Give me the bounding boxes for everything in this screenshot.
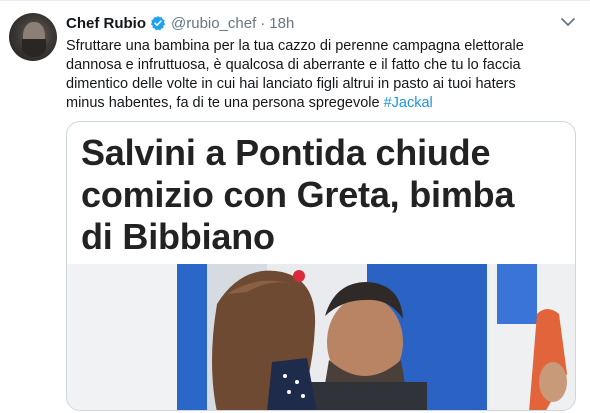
headline-line: Salvini a Pontida chiude	[81, 132, 491, 173]
tweet-text-line: Sfruttare una bambina per la tua cazzo d…	[66, 38, 524, 54]
tweet-text-line: dannosa e infruttuosa, è qualcosa di abe…	[66, 57, 521, 73]
photo-illustration	[67, 264, 575, 410]
card-photo[interactable]	[67, 264, 575, 410]
hashtag-link[interactable]: #Jackal	[384, 95, 433, 111]
tweet-text: Sfruttare una bambina per la tua cazzo d…	[66, 37, 571, 113]
headline-line: di Bibbiano	[81, 216, 275, 257]
avatar[interactable]	[9, 13, 57, 61]
tweet-text-line: dimentico delle volte in cui hai lanciat…	[66, 76, 516, 92]
card-headline: Salvini a Pontida chiude comizio con Gre…	[81, 132, 571, 258]
media-card[interactable]: Salvini a Pontida chiude comizio con Gre…	[66, 121, 576, 411]
tweet[interactable]: Chef Rubio @rubio_chef · 18h Sfruttare u…	[0, 0, 590, 413]
separator-dot: ·	[260, 14, 266, 32]
tweet-header: Chef Rubio @rubio_chef · 18h	[66, 13, 294, 33]
headline-line: comizio con Greta, bimba	[81, 174, 515, 215]
author-handle[interactable]: @rubio_chef	[171, 15, 256, 32]
tweet-timestamp[interactable]: 18h	[269, 15, 294, 32]
avatar-beard	[22, 39, 46, 57]
chevron-down-icon[interactable]	[560, 15, 576, 27]
verified-badge-icon	[150, 15, 166, 31]
tweet-text-line-start: minus habentes, fa di te una persona spr…	[66, 95, 384, 111]
author-name[interactable]: Chef Rubio	[66, 15, 146, 32]
tweet-text-line: minus habentes, fa di te una persona spr…	[66, 94, 571, 113]
